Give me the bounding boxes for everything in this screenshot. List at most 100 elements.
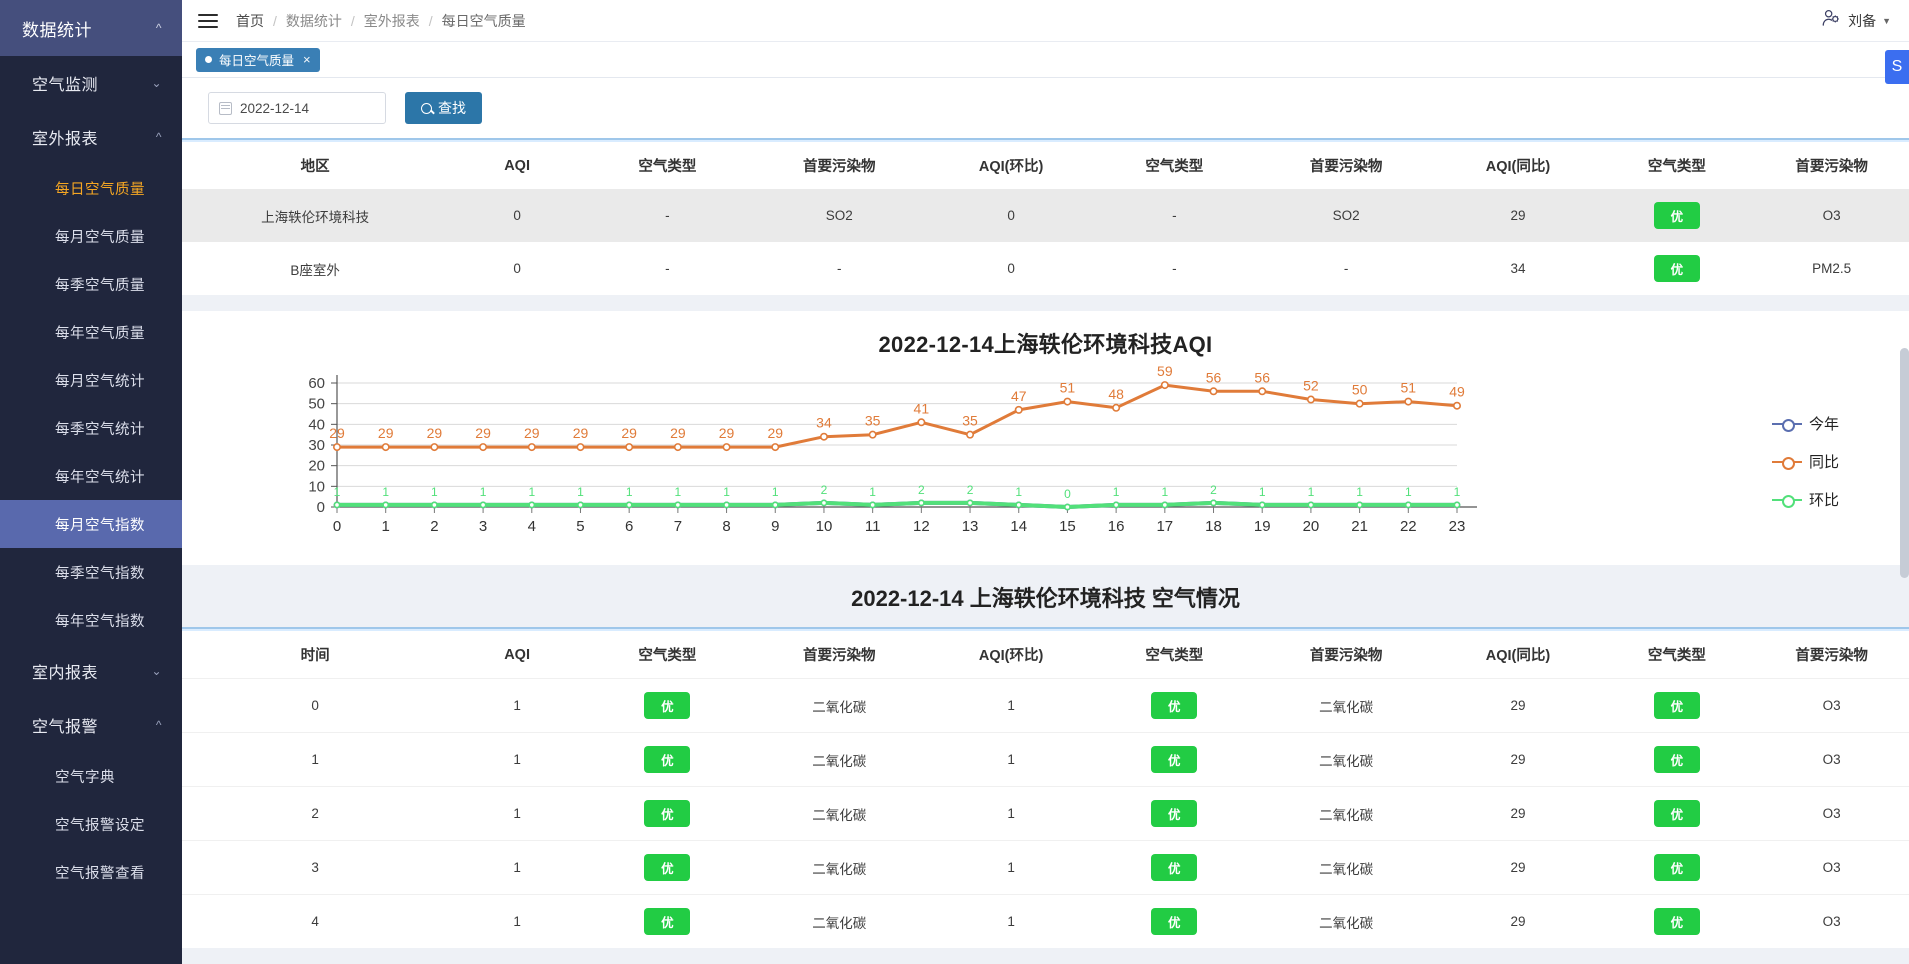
legend-item-环比[interactable]: 环比 xyxy=(1771,489,1839,510)
scrollbar-thumb[interactable] xyxy=(1900,348,1909,578)
table-row[interactable]: 1 1 优二氧化碳 1 优二氧化碳 29 优 O3 xyxy=(182,732,1909,787)
chart-title: 2022-12-14上海轶伦环境科技AQI xyxy=(878,332,1213,357)
sidebar-root-数据统计[interactable]: 数据统计 ^ xyxy=(0,0,182,56)
sidebar-item-每日空气质量[interactable]: 每日空气质量 xyxy=(0,164,182,212)
svg-text:0: 0 xyxy=(1064,487,1071,501)
svg-text:51: 51 xyxy=(1060,380,1076,396)
col-header: 空气类型 xyxy=(1092,140,1256,189)
col-header: AQI xyxy=(448,140,586,189)
tab-每日空气质量[interactable]: 每日空气质量 × xyxy=(196,47,320,72)
sidebar-item-每年空气质量[interactable]: 每年空气质量 xyxy=(0,308,182,356)
cell: 优 xyxy=(1092,678,1256,733)
table-row[interactable]: 3 1 优二氧化碳 1 优二氧化碳 29 优 O3 xyxy=(182,840,1909,895)
sidebar-item-每年空气指数[interactable]: 每年空气指数 xyxy=(0,596,182,644)
cell: 0 xyxy=(513,208,521,223)
svg-text:0: 0 xyxy=(317,499,325,516)
legend-item-今年[interactable]: 今年 xyxy=(1771,413,1839,434)
status-badge: 优 xyxy=(1151,854,1198,881)
sidebar-item-label: 每季空气质量 xyxy=(55,277,145,294)
cell: - xyxy=(665,261,670,276)
sidebar-item-空气报警查看[interactable]: 空气报警查看 xyxy=(0,848,182,896)
cell: 1 xyxy=(929,894,1093,948)
sidebar-item-每月空气指数[interactable]: 每月空气指数 xyxy=(0,500,182,548)
col-header: AQI(同比) xyxy=(1436,629,1600,679)
svg-text:18: 18 xyxy=(1205,518,1222,535)
svg-text:11: 11 xyxy=(865,518,881,535)
table-row[interactable]: 4 1 优二氧化碳 1 优二氧化碳 29 优 O3 xyxy=(182,894,1909,948)
table-row[interactable]: 2 1 优二氧化碳 1 优二氧化碳 29 优 O3 xyxy=(182,786,1909,841)
main-content: 首页 / 数据统计 / 室外报表 / 每日空气质量 刘备 ▼ 每日空气质量 × … xyxy=(182,0,1909,964)
sidebar-item-每季空气统计[interactable]: 每季空气统计 xyxy=(0,404,182,452)
cell: 34 xyxy=(1510,261,1526,276)
legend-item-同比[interactable]: 同比 xyxy=(1771,451,1839,472)
breadcrumb-item-home[interactable]: 首页 xyxy=(236,11,264,31)
svg-text:1: 1 xyxy=(577,485,584,499)
cell: O3 xyxy=(1754,678,1909,733)
sidebar-item-每月空气统计[interactable]: 每月空气统计 xyxy=(0,356,182,404)
tab-label: 每日空气质量 xyxy=(219,54,295,68)
svg-text:8: 8 xyxy=(722,518,730,535)
close-icon[interactable]: × xyxy=(303,52,311,67)
legend-marker-icon xyxy=(1771,418,1802,432)
cell: 0 xyxy=(1007,208,1015,223)
s-logo-icon[interactable]: S xyxy=(1885,50,1909,84)
cell: 优 xyxy=(585,786,750,841)
sidebar-group-室外报表[interactable]: 室外报表 ^ xyxy=(0,110,182,164)
svg-text:9: 9 xyxy=(771,518,779,535)
user-menu[interactable]: 刘备 ▼ xyxy=(1821,9,1891,32)
cell: 4 xyxy=(182,894,449,948)
table-row[interactable]: B座室外 0 - - 0 - - 34 优 PM2.5 xyxy=(182,242,1909,295)
detail-table: 时间 AQI 空气类型 首要污染物 AQI(环比) 空气类型 首要污染物 AQI… xyxy=(182,629,1909,948)
svg-text:1: 1 xyxy=(723,485,730,499)
detail-table-card: 时间 AQI 空气类型 首要污染物 AQI(环比) 空气类型 首要污染物 AQI… xyxy=(182,627,1909,948)
svg-text:20: 20 xyxy=(308,458,325,475)
breadcrumb-separator: / xyxy=(350,12,355,29)
status-badge: 优 xyxy=(1151,908,1198,935)
sidebar-item-label: 每年空气质量 xyxy=(55,325,145,342)
svg-text:49: 49 xyxy=(1449,384,1465,400)
sidebar-item-每年空气统计[interactable]: 每年空气统计 xyxy=(0,452,182,500)
svg-text:22: 22 xyxy=(1400,518,1417,535)
svg-text:1: 1 xyxy=(1161,485,1168,499)
breadcrumb-item-1[interactable]: 数据统计 xyxy=(286,11,342,31)
breadcrumb-item-2[interactable]: 室外报表 xyxy=(364,11,420,31)
table-row[interactable]: 上海轶伦环境科技 0 - SO2 0 - SO2 29 优 O3 xyxy=(182,189,1909,242)
sidebar-item-每季空气指数[interactable]: 每季空气指数 xyxy=(0,548,182,596)
cell: 优 xyxy=(1599,840,1755,895)
col-header: AQI(同比) xyxy=(1436,140,1600,189)
status-badge: 优 xyxy=(644,908,691,935)
cell: O3 xyxy=(1754,894,1909,948)
search-button[interactable]: 查找 xyxy=(405,92,482,124)
sidebar-item-label: 每季空气统计 xyxy=(55,421,145,438)
cell: O3 xyxy=(1754,786,1909,841)
svg-text:29: 29 xyxy=(378,425,394,441)
col-header: 空气类型 xyxy=(1599,629,1755,679)
svg-text:29: 29 xyxy=(524,425,540,441)
sidebar-item-每月空气质量[interactable]: 每月空气质量 xyxy=(0,212,182,260)
sidebar-group-空气报警[interactable]: 空气报警 ^ xyxy=(0,698,182,752)
svg-text:35: 35 xyxy=(962,413,978,429)
svg-text:2: 2 xyxy=(430,518,438,535)
table-row[interactable]: 0 1 优二氧化碳 1 优二氧化碳 29 优 O3 xyxy=(182,678,1909,733)
sidebar-item-label: 每日空气质量 xyxy=(55,181,145,198)
sidebar-item-每季空气质量[interactable]: 每季空气质量 xyxy=(0,260,182,308)
sidebar-item-空气报警设定[interactable]: 空气报警设定 xyxy=(0,800,182,848)
svg-text:20: 20 xyxy=(1303,518,1320,535)
breadcrumb-item-3: 每日空气质量 xyxy=(441,12,526,29)
vertical-scrollbar[interactable] xyxy=(1900,78,1909,964)
table-header-row: 地区 AQI 空气类型 首要污染物 AQI(环比) 空气类型 首要污染物 AQI… xyxy=(182,140,1909,189)
cell: - xyxy=(665,208,670,223)
chevron-down-icon: ⌄ xyxy=(151,76,162,90)
col-header: 首要污染物 xyxy=(1754,140,1909,189)
sidebar-item-label: 每季空气指数 xyxy=(55,565,145,582)
sidebar-group-室内报表[interactable]: 室内报表 ⌄ xyxy=(0,644,182,698)
sidebar-group-空气监测[interactable]: 空气监测 ⌄ xyxy=(0,56,182,110)
col-header: 首要污染物 xyxy=(1255,629,1437,679)
hamburger-icon[interactable] xyxy=(198,13,218,28)
sidebar-item-空气字典[interactable]: 空气字典 xyxy=(0,752,182,800)
svg-text:21: 21 xyxy=(1351,518,1368,535)
date-input[interactable]: 2022-12-14 xyxy=(208,92,386,124)
cell: 优 xyxy=(1599,678,1755,733)
status-badge: 优 xyxy=(1151,746,1198,773)
col-header: 首要污染物 xyxy=(1255,140,1437,189)
